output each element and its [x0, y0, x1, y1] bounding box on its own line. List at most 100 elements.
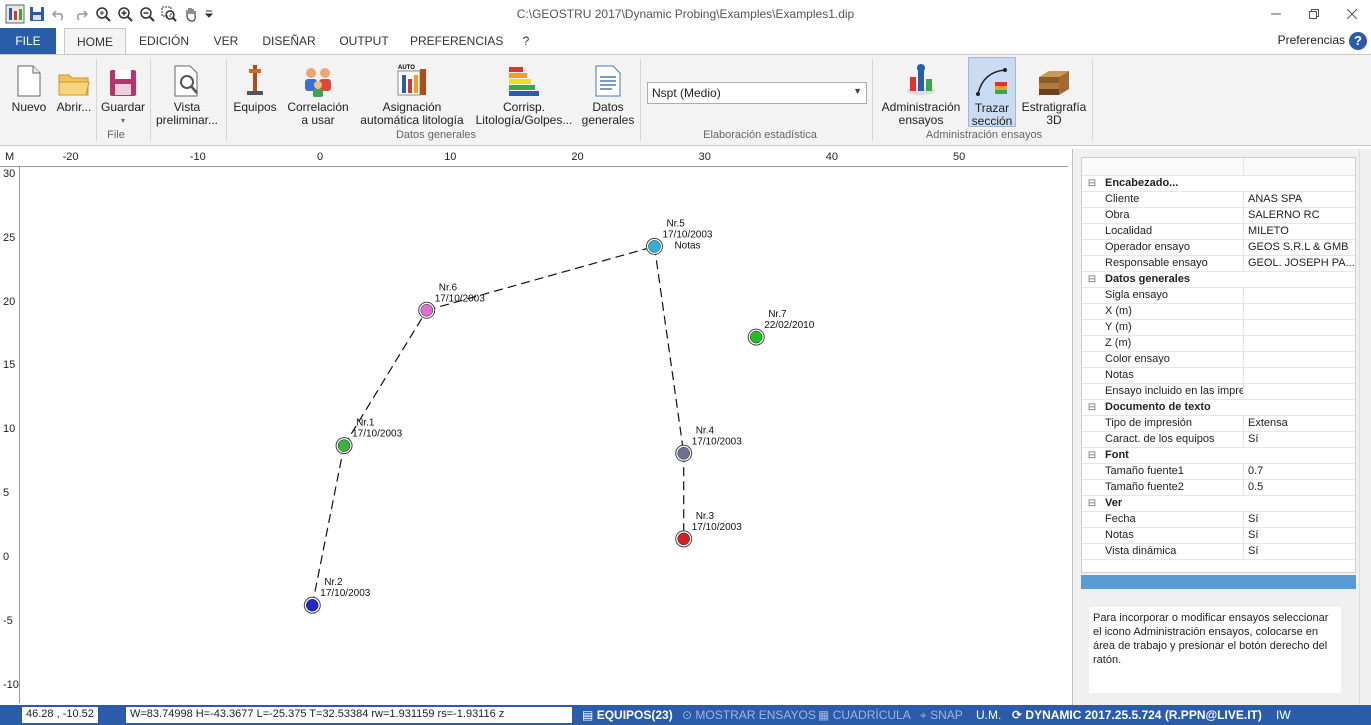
collapse-icon[interactable]: ⊟ — [1082, 272, 1102, 287]
property-row[interactable]: Sigla ensayo — [1082, 288, 1355, 304]
correlacion-button[interactable]: Correlación a usar — [284, 57, 352, 127]
tab-disenar[interactable]: DISEÑAR — [258, 28, 320, 54]
trazar-seccion-button[interactable]: Trazar sección — [968, 57, 1016, 128]
property-value[interactable]: 0.7 — [1244, 464, 1355, 479]
property-row[interactable]: Obra SALERNO RC — [1082, 208, 1355, 224]
corrisp-litologia-button[interactable]: Corrisp. Litología/Golpes... — [472, 57, 576, 127]
test-marker[interactable]: Nr.117/10/2003 — [335, 418, 403, 455]
tab-output[interactable]: OUTPUT — [334, 28, 394, 54]
property-value[interactable] — [1244, 304, 1355, 319]
collapse-icon[interactable]: ⊟ — [1082, 400, 1102, 415]
property-value[interactable]: MILETO — [1244, 224, 1355, 239]
mostrar-ensayos-toggle[interactable]: ⊙ MOSTRAR ENSAYOS — [682, 708, 816, 722]
property-row[interactable]: Z (m) — [1082, 336, 1355, 352]
test-marker[interactable]: Nr.317/10/2003 — [675, 511, 742, 548]
tab-edicion[interactable]: EDICIÓN — [134, 28, 194, 54]
tab-home[interactable]: HOME — [64, 28, 126, 55]
tab-preferencias[interactable]: PREFERENCIAS — [410, 28, 503, 54]
property-section[interactable]: ⊟ Encabezado... — [1082, 176, 1355, 192]
panel-scrollbar[interactable] — [1359, 149, 1371, 705]
guardar-button[interactable]: Guardar ▾ — [100, 57, 146, 127]
property-value[interactable]: GEOS S.R.L & GMB — [1244, 240, 1355, 255]
property-row[interactable]: Color ensayo — [1082, 352, 1355, 368]
preferences-link[interactable]: Preferencias — [1278, 33, 1345, 47]
equipos-button[interactable]: Equipos — [230, 57, 280, 127]
test-marker[interactable]: Nr.217/10/2003 — [303, 577, 371, 614]
help-hint-text: Para incorporar o modificar ensayos sele… — [1089, 607, 1341, 693]
property-value[interactable]: Sí — [1244, 528, 1355, 543]
property-row[interactable]: Tipo de impresión Extensa — [1082, 416, 1355, 432]
tab-file[interactable]: FILE — [0, 28, 56, 54]
property-value[interactable]: GEOL. JOSEPH PA... — [1244, 256, 1355, 271]
property-row[interactable]: Cliente ANAS SPA — [1082, 192, 1355, 208]
test-date-label: 17/10/2003 — [352, 429, 402, 440]
tests-map[interactable]: Nr.117/10/2003 Nr.217/10/2003 Nr.317/10/20… — [20, 167, 1068, 703]
property-row[interactable]: Notas Sí — [1082, 528, 1355, 544]
tab-help[interactable]: ? — [516, 28, 536, 54]
estratigrafia-3d-button[interactable]: Estratigrafía 3D — [1020, 57, 1088, 127]
property-row[interactable]: Caract. de los equipos Sí — [1082, 432, 1355, 448]
test-date-label: 22/02/2010 — [764, 320, 814, 331]
property-row[interactable]: Vista dinámica Sí — [1082, 544, 1355, 560]
test-date-label: 17/10/2003 — [662, 229, 712, 240]
snap-toggle[interactable]: ⌖ SNAP — [920, 708, 963, 723]
property-value[interactable] — [1244, 384, 1355, 399]
property-section[interactable]: ⊟ Font — [1082, 448, 1355, 464]
x-tick-label: 0 — [317, 151, 324, 163]
units-button[interactable]: U.M. — [976, 708, 1001, 722]
property-value[interactable] — [1244, 368, 1355, 383]
property-row[interactable]: Ensayo incluido en las impresiones — [1082, 384, 1355, 400]
datos-generales-button[interactable]: Datos generales — [580, 57, 636, 127]
auto-badge: AUTO — [398, 65, 415, 71]
test-marker[interactable]: Nr.517/10/2003Notas — [645, 218, 713, 255]
close-icon[interactable] — [1333, 0, 1371, 28]
property-row[interactable]: X (m) — [1082, 304, 1355, 320]
test-marker[interactable]: Nr.722/02/2010 — [747, 309, 815, 346]
property-value[interactable] — [1244, 336, 1355, 351]
vista-preliminar-button[interactable]: Vista preliminar... — [154, 57, 220, 127]
property-row[interactable]: Tamaño fuente1 0.7 — [1082, 464, 1355, 480]
property-value[interactable] — [1244, 288, 1355, 303]
administracion-ensayos-button[interactable]: Administración ensayos — [876, 57, 966, 127]
test-marker[interactable]: Nr.417/10/2003 — [675, 425, 742, 462]
tab-ver[interactable]: VER — [208, 28, 244, 54]
property-row[interactable]: Operador ensayo GEOS S.R.L & GMB — [1082, 240, 1355, 256]
property-value[interactable]: ANAS SPA — [1244, 192, 1355, 207]
property-section[interactable]: ⊟ Ver — [1082, 496, 1355, 512]
asignacion-litologia-button[interactable]: AUTO Asignación automática litología — [356, 57, 468, 127]
property-row[interactable]: Tamaño fuente2 0.5 — [1082, 480, 1355, 496]
property-value[interactable]: Sí — [1244, 512, 1355, 527]
property-row[interactable]: Notas — [1082, 368, 1355, 384]
property-row[interactable]: Fecha Sí — [1082, 512, 1355, 528]
new-document-icon — [17, 65, 41, 97]
abrir-button[interactable]: Abrir... — [54, 57, 94, 127]
restore-icon[interactable] — [1295, 0, 1333, 28]
property-section[interactable]: ⊟ Datos generales — [1082, 272, 1355, 288]
collapse-icon[interactable]: ⊟ — [1082, 496, 1102, 511]
help-icon[interactable]: ? — [1349, 32, 1367, 50]
equipos-status-button[interactable]: ▤ EQUIPOS(23) — [582, 708, 673, 722]
property-value[interactable]: Sí — [1244, 432, 1355, 447]
nuevo-button[interactable]: Nuevo — [6, 57, 52, 127]
property-value[interactable] — [1244, 352, 1355, 367]
statistics-select[interactable]: Nspt (Medio) ▼ — [647, 82, 867, 104]
property-key: Obra — [1102, 208, 1244, 223]
property-value[interactable] — [1244, 320, 1355, 335]
minimize-icon[interactable] — [1257, 0, 1295, 28]
property-key: Fecha — [1102, 512, 1244, 527]
property-key: Color ensayo — [1102, 352, 1244, 367]
collapse-icon[interactable]: ⊟ — [1082, 176, 1102, 191]
property-row[interactable]: Responsable ensayo GEOL. JOSEPH PA... — [1082, 256, 1355, 272]
test-marker[interactable]: Nr.617/10/2003 — [418, 282, 485, 319]
property-value[interactable]: SALERNO RC — [1244, 208, 1355, 223]
property-grid[interactable]: ⊟ Encabezado... Cliente ANAS SPA Obra SALERNO… — [1081, 157, 1356, 573]
property-value[interactable]: 0.5 — [1244, 480, 1355, 495]
collapse-icon[interactable]: ⊟ — [1082, 448, 1102, 463]
property-value[interactable]: Sí — [1244, 544, 1355, 559]
cuadricula-toggle[interactable]: ▦ CUADRÍCULA — [818, 708, 911, 722]
property-value[interactable]: Extensa — [1244, 416, 1355, 431]
property-row[interactable]: Localidad MILETO — [1082, 224, 1355, 240]
map-canvas[interactable]: Nr.1 17/10/2003 Nr.2 17/10/2003 Nr.3 17/10/20… — [20, 167, 1068, 703]
property-section[interactable]: ⊟ Documento de texto — [1082, 400, 1355, 416]
property-row[interactable]: Y (m) — [1082, 320, 1355, 336]
